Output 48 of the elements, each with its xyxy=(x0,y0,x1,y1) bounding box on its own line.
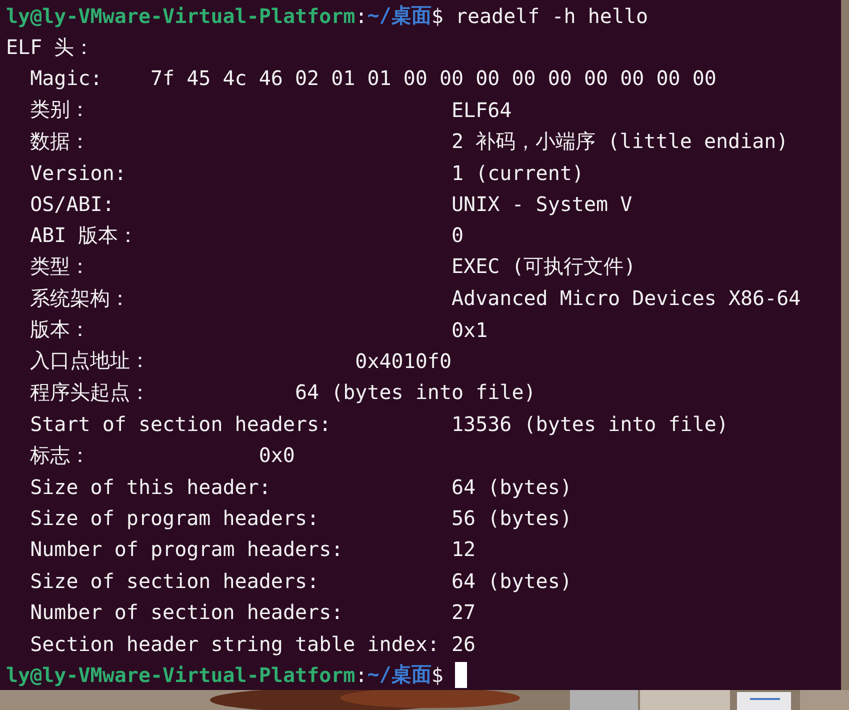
field-value: 7f 45 4c 46 02 01 01 00 00 00 00 00 00 00 00 00 xyxy=(150,66,716,90)
field-label: Size of program headers: xyxy=(30,506,320,530)
field-value: ELF64 xyxy=(452,98,512,122)
field-value: 64 (bytes) xyxy=(452,568,572,593)
field-label: Section header string table index: xyxy=(30,632,440,656)
field-label: Size of this header: xyxy=(30,474,272,499)
field-label: Version: xyxy=(30,160,128,185)
field-label: 系统架构： xyxy=(30,284,132,312)
field-value: 27 xyxy=(452,600,476,624)
field-value: 0x4010f0 xyxy=(355,348,452,373)
field-label: ABI 版本： xyxy=(30,222,140,249)
field-value: 0 xyxy=(452,223,464,248)
field-label: 入口点地址： xyxy=(30,347,152,374)
prompt-user-host: ly@ly-VMware-Virtual-Platform xyxy=(6,662,356,687)
field-label: Magic: xyxy=(30,66,104,90)
prompt-user-host: ly@ly-VMware-Virtual-Platform xyxy=(6,4,356,28)
field-label: OS/ABI: xyxy=(30,192,116,216)
output-heading: ELF 头： xyxy=(6,34,94,61)
prompt-path: ~/桌面 xyxy=(367,661,432,688)
field-value: 12 xyxy=(452,537,476,562)
field-label: Size of section headers: xyxy=(30,568,320,593)
field-value: 2 补码，小端序 (little endian) xyxy=(452,128,788,155)
field-value: 0x1 xyxy=(452,318,488,342)
prompt-path: ~/桌面 xyxy=(367,2,432,30)
field-label: 数据： xyxy=(30,128,92,155)
field-label: Number of program headers: xyxy=(30,537,344,562)
field-value: 0x0 xyxy=(258,443,295,468)
field-value: UNIX - System V xyxy=(452,192,632,216)
field-label: 标志： xyxy=(30,442,92,469)
field-label: 程序头起点： xyxy=(30,378,152,406)
field-value: 13536 (bytes into file) xyxy=(452,412,728,436)
field-value: 64 (bytes into file) xyxy=(294,380,536,404)
field-label: 版本： xyxy=(30,316,92,344)
prompt-symbol: $ xyxy=(431,4,444,28)
prompt-separator: : xyxy=(355,4,368,28)
field-label: Number of section headers: xyxy=(30,600,344,624)
field-label: 类型： xyxy=(30,253,92,280)
field-label: 类别： xyxy=(30,96,92,124)
field-value: 56 (bytes) xyxy=(452,506,572,530)
field-label: Start of section headers: xyxy=(30,412,332,436)
prompt-symbol: $ xyxy=(431,662,444,687)
field-value: 64 (bytes) xyxy=(452,474,572,499)
field-value: 26 xyxy=(452,632,476,656)
command-text: readelf -h hello xyxy=(455,4,648,28)
prompt-separator: : xyxy=(355,662,368,687)
field-value: 1 (current) xyxy=(452,160,584,185)
field-value: EXEC (可执行文件) xyxy=(452,253,636,280)
field-value: Advanced Micro Devices X86-64 xyxy=(452,286,801,310)
